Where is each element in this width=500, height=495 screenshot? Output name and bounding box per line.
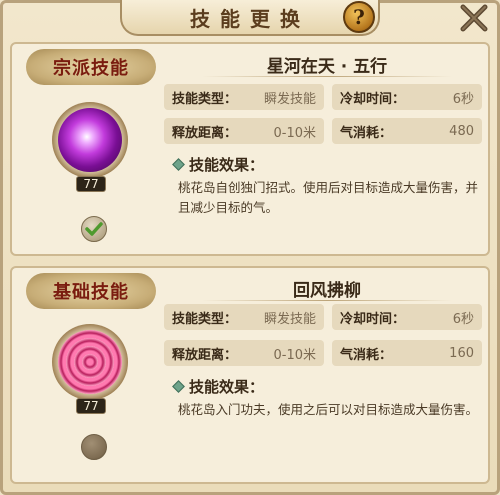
divider: [202, 300, 452, 301]
stat-range: 释放距离： 0-10米: [164, 340, 324, 366]
skill-name: 回风拂柳: [293, 281, 361, 301]
stat-range: 释放距离： 0-10米: [164, 118, 324, 144]
level-badge: 77: [76, 398, 106, 414]
help-button[interactable]: ?: [343, 1, 375, 33]
skill-icon-frame[interactable]: [52, 102, 128, 178]
effect-heading: 技能效果：: [172, 154, 264, 175]
diamond-bullet-icon: [172, 380, 185, 393]
star-river-skill-icon: [58, 108, 122, 172]
page-title: 技能更换: [190, 6, 310, 31]
skill-card-basic[interactable]: 基础技能 回风拂柳 77 技能类型： 瞬发技能 冷却时间： 6秒 释放距离： 0…: [10, 266, 490, 484]
stat-qi-cost: 气消耗： 160: [332, 340, 482, 366]
level-badge: 77: [76, 176, 106, 192]
select-radio-selected[interactable]: [81, 216, 107, 242]
stat-cooldown: 冷却时间： 6秒: [332, 84, 482, 110]
effect-heading: 技能效果：: [172, 376, 264, 397]
stat-cooldown: 冷却时间： 6秒: [332, 304, 482, 330]
select-radio-empty[interactable]: [81, 434, 107, 460]
skill-icon-frame[interactable]: [52, 324, 128, 400]
category-label: 宗派技能: [53, 58, 129, 79]
stat-skill-type: 技能类型： 瞬发技能: [164, 84, 324, 110]
checkmark-icon: [85, 222, 103, 236]
skill-card-sect[interactable]: 宗派技能 星河在天 · 五行 77 技能类型： 瞬发技能 冷却时间： 6秒 释放…: [10, 42, 490, 256]
close-icon: [460, 4, 488, 32]
category-label: 基础技能: [53, 282, 129, 303]
effect-description: 桃花岛入门功夫，使用之后可以对目标造成大量伤害。: [178, 402, 479, 417]
question-icon: ?: [353, 5, 365, 29]
category-tag: 宗派技能: [26, 49, 156, 85]
diamond-bullet-icon: [172, 158, 185, 171]
close-button[interactable]: [455, 2, 493, 34]
stat-qi-cost: 气消耗： 480: [332, 118, 482, 144]
effect-description: 桃花岛自创独门招式。使用后对目标造成大量伤害，并且减少目标的气。: [178, 180, 479, 215]
title-banner: 技能更换: [120, 0, 380, 36]
skill-name: 星河在天 · 五行: [266, 57, 388, 77]
stat-skill-type: 技能类型： 瞬发技能: [164, 304, 324, 330]
category-tag: 基础技能: [26, 273, 156, 309]
wind-willow-skill-icon: [58, 330, 122, 394]
divider: [202, 76, 452, 77]
